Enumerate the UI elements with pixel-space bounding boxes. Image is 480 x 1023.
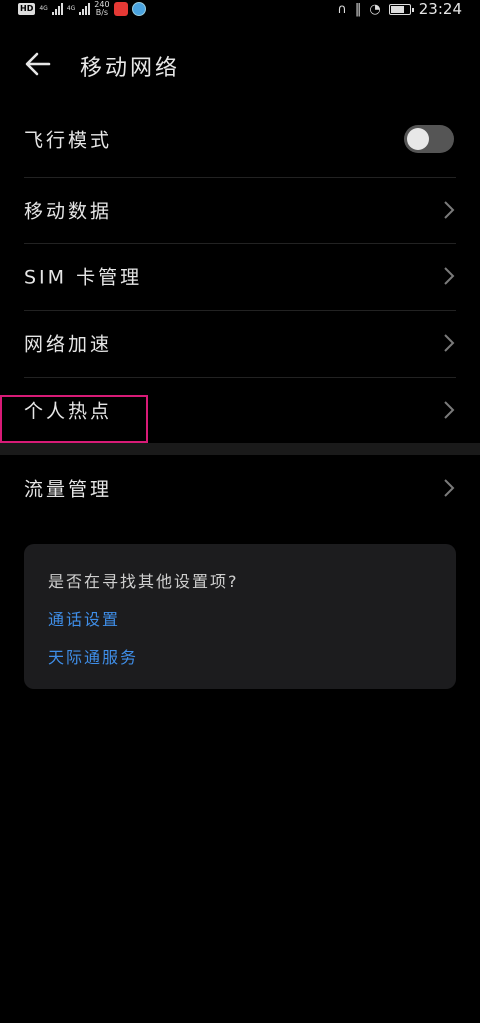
signal-strength-icon xyxy=(51,3,63,15)
data-usage-row[interactable]: 流量管理 xyxy=(0,455,480,521)
network-type-2: 4G xyxy=(66,5,76,12)
speedometer-icon: ◔ xyxy=(369,1,381,17)
battery-icon xyxy=(388,3,414,15)
network-type-1: 4G xyxy=(39,5,48,12)
sim-management-label: SIM 卡管理 xyxy=(24,266,143,289)
browser-notification-icon xyxy=(131,2,146,16)
data-usage-label: 流量管理 xyxy=(24,478,113,501)
clock: 23:24 xyxy=(418,0,462,18)
signal-strength-icon-2 xyxy=(79,3,91,15)
chevron-right-icon xyxy=(444,267,455,285)
network-acceleration-label: 网络加速 xyxy=(24,333,113,356)
chevron-right-icon xyxy=(444,334,455,352)
mobile-data-row[interactable]: 移动数据 xyxy=(0,177,480,243)
airplane-mode-label: 飞行模式 xyxy=(24,129,113,152)
sim-management-row[interactable]: SIM 卡管理 xyxy=(0,243,480,309)
skytone-service-link[interactable]: 天际通服务 xyxy=(48,644,138,668)
highlight-annotation-box xyxy=(0,395,148,443)
section-separator xyxy=(0,443,480,455)
suggestions-card: 是否在寻找其他设置项? 通话设置 天际通服务 xyxy=(24,544,456,689)
call-settings-link[interactable]: 通话设置 xyxy=(48,606,120,630)
network-speed: 240 B/s xyxy=(94,0,110,17)
app-notification-icon xyxy=(113,2,128,16)
suggestions-question: 是否在寻找其他设置项? xyxy=(48,572,239,591)
airplane-mode-row[interactable]: 飞行模式 xyxy=(0,106,480,172)
status-bar: HD 4G 4G 240 B/s ∩ ‖ ◔ 23:24 xyxy=(0,0,480,18)
chevron-right-icon xyxy=(444,201,455,219)
vibrate-icon: ‖ xyxy=(354,1,362,17)
hd-voice-badge: HD xyxy=(18,3,36,15)
chevron-right-icon xyxy=(444,479,455,497)
airplane-mode-toggle[interactable] xyxy=(404,125,454,153)
network-acceleration-row[interactable]: 网络加速 xyxy=(0,310,480,376)
chevron-right-icon xyxy=(444,401,455,419)
top-app-bar: 移动网络 xyxy=(0,40,480,90)
mobile-data-label: 移动数据 xyxy=(24,200,113,223)
back-arrow-icon[interactable] xyxy=(22,48,54,80)
headphones-icon: ∩ xyxy=(337,1,347,17)
page-title: 移动网络 xyxy=(80,56,181,81)
